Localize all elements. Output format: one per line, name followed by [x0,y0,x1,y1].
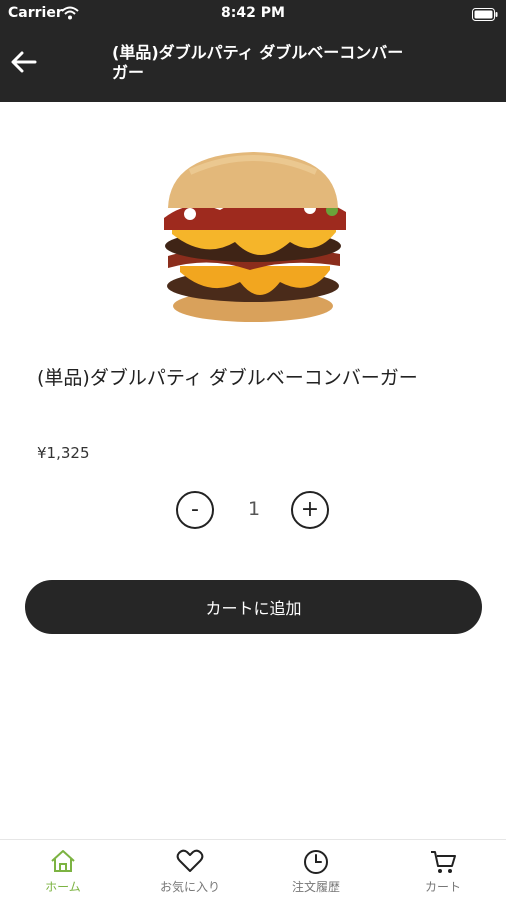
battery-icon [472,6,498,25]
back-button[interactable] [6,48,42,80]
plus-label: + [300,497,320,522]
clock-icon [253,849,379,875]
product-image [150,148,356,328]
decrease-quantity-button[interactable]: - [176,491,214,529]
back-arrow-icon [11,51,37,77]
minus-label: - [191,497,199,522]
increase-quantity-button[interactable]: + [291,491,329,529]
add-to-cart-label: カートに追加 [205,599,302,618]
cart-icon [380,849,506,875]
product-price: ¥1,325 [37,444,90,462]
tab-home-label: ホーム [45,880,81,894]
tab-cart[interactable]: カート [380,840,506,901]
tab-favorites-label: お気に入り [159,880,220,894]
navigation-header: Carrier 8:42 PM (単品)ダブルパティ ダブルベーコンバーガー [0,0,506,102]
home-icon [0,849,126,873]
quantity-value: 1 [247,498,261,520]
product-name: (単品)ダブルパティ ダブルベーコンバーガー [37,367,418,389]
tab-favorites[interactable]: お気に入り [127,840,253,901]
page-title: (単品)ダブルパティ ダブルベーコンバーガー [112,43,404,82]
status-time: 8:42 PM [221,5,285,21]
heart-icon [127,849,253,873]
bottom-tab-bar: ホーム お気に入り 注文履歴 カート [0,839,506,901]
tab-cart-label: カート [424,880,461,894]
tab-home[interactable]: ホーム [0,840,126,901]
add-to-cart-button[interactable]: カートに追加 [25,580,482,634]
status-bar: Carrier 8:42 PM [0,0,506,28]
tab-order-history[interactable]: 注文履歴 [253,840,379,901]
tab-order-history-label: 注文履歴 [291,880,340,894]
